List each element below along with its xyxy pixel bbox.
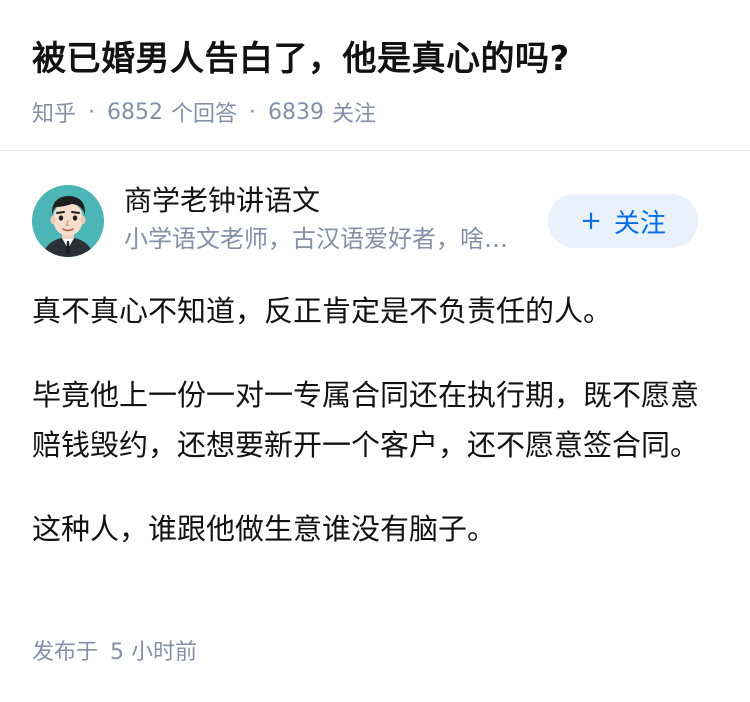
meta-separator: · [88,99,96,125]
answer-footer: 发布于 5 小时前 [32,634,197,666]
answer-body: 真不真心不知道，反正肯定是不负责任的人。 毕竟他上一份一对一专属合同还在执行期，… [32,286,712,588]
answer-paragraph: 毕竟他上一份一对一专属合同还在执行期，既不愿意赔钱毁约，还想要新开一个客户，还不… [32,378,700,462]
follower-count-label: 关注 [332,102,377,127]
author-name[interactable]: 商学老钟讲语文 [124,181,554,221]
answer-count-label[interactable]: 个回答 [171,96,237,128]
follow-button-label: 关注 [613,208,666,239]
question-title[interactable]: 被已婚男人告白了，他是真心的吗? [32,36,718,82]
question-meta: 知乎 · 6852 个回答 · 6839 关注 [32,96,718,128]
avatar[interactable] [32,185,104,257]
answer-count: 6852 [107,99,164,125]
follower-count: 6839 [268,99,325,125]
meta-separator-2: · [249,99,257,125]
author-bio: 小学语文老师，古汉语爱好者，啥… [124,225,508,253]
header-divider [0,150,750,151]
published-time: 5 小时前 [110,640,198,665]
plus-icon: + [580,206,602,236]
author-info: 商学老钟讲语文 小学语文老师，古汉语爱好者，啥… [124,181,554,257]
follow-button[interactable]: + 关注 [548,194,698,248]
question-header: 被已婚男人告白了，他是真心的吗? 知乎 · 6852 个回答 · 6839 关注 [0,0,750,127]
author-row: 商学老钟讲语文 小学语文老师，古汉语爱好者，啥… + 关注 [32,181,718,261]
answer-paragraph: 这种人，谁跟他做生意谁没有脑子。 [32,512,497,546]
avatar-cartoon-man-icon [32,185,104,257]
answer-paragraph: 真不真心不知道，反正肯定是不负责任的人。 [32,294,613,328]
published-label: 发布于 [32,640,99,665]
source-label[interactable]: 知乎 [32,96,76,128]
